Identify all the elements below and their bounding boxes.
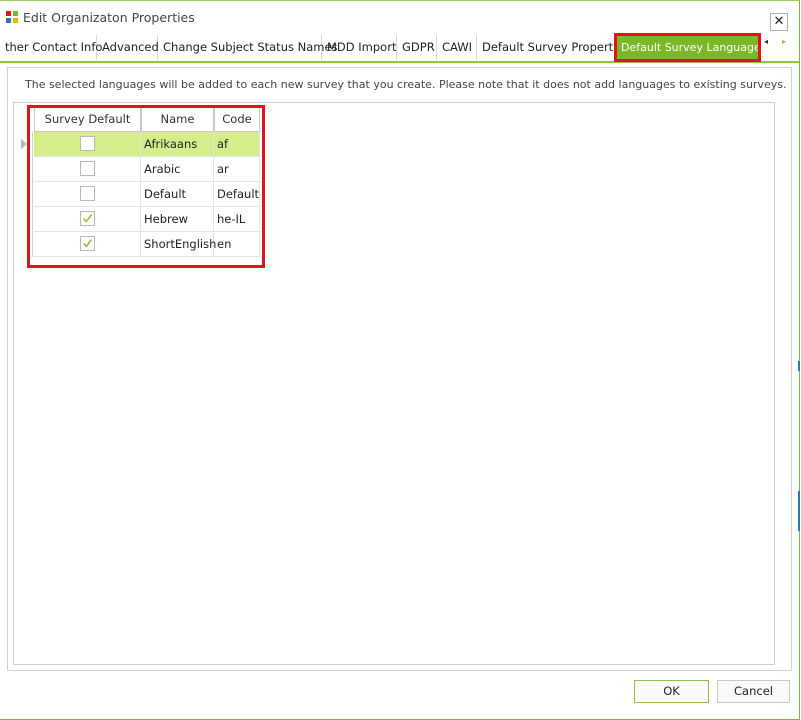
column-header-survey-default[interactable]: Survey Default <box>34 106 141 132</box>
code-cell: en <box>214 232 260 257</box>
close-icon: ✕ <box>773 14 785 29</box>
survey-default-checkbox[interactable] <box>80 186 95 201</box>
column-header-code[interactable]: Code <box>214 106 260 132</box>
survey-default-cell <box>34 207 141 232</box>
name-cell: Afrikaans <box>141 132 214 157</box>
window-edge-mark <box>798 361 800 371</box>
checkmark-icon <box>82 239 93 248</box>
code-cell: ar <box>214 157 260 182</box>
column-header-name[interactable]: Name <box>141 106 214 132</box>
survey-default-checkbox[interactable] <box>80 136 95 151</box>
cancel-button[interactable]: Cancel <box>717 680 790 703</box>
name-cell: Default <box>141 182 214 207</box>
tab-change-subject-status-names[interactable]: Change Subject Status Names <box>158 35 338 60</box>
current-row-arrow-icon <box>21 139 27 149</box>
tab-other-contact-info[interactable]: ther Contact Info <box>0 35 102 60</box>
ok-button[interactable]: OK <box>634 680 709 703</box>
name-cell: Hebrew <box>141 207 214 232</box>
code-cell: he-IL <box>214 207 260 232</box>
survey-default-checkbox[interactable] <box>80 161 95 176</box>
tab-scroll-left-icon[interactable]: ◂ <box>764 37 768 46</box>
window-title: Edit Organizaton Properties <box>23 10 195 25</box>
edit-organization-dialog: Edit Organizaton Properties ✕ ther Conta… <box>0 0 800 720</box>
tab-default-survey-properties[interactable]: Default Survey Properties <box>477 35 629 60</box>
survey-default-checkbox[interactable] <box>80 236 95 251</box>
languages-grid: Survey Default Name Code Afrikaans af Ar… <box>13 102 775 665</box>
name-cell: ShortEnglish <box>141 232 216 257</box>
tab-cawi[interactable]: CAWI <box>437 35 477 60</box>
info-text: The selected languages will be added to … <box>25 78 787 91</box>
content-panel: The selected languages will be added to … <box>7 67 792 671</box>
tab-strip: ther Contact Info Advanced Change Subjec… <box>0 33 799 63</box>
tab-scroll-right-icon[interactable]: ▸ <box>782 37 786 46</box>
tab-advanced[interactable]: Advanced <box>97 35 159 60</box>
survey-default-cell <box>34 182 141 207</box>
survey-default-cell <box>34 232 141 257</box>
app-icon <box>5 10 19 24</box>
close-button[interactable]: ✕ <box>770 13 788 31</box>
name-cell: Arabic <box>141 157 214 182</box>
tab-mdd-import[interactable]: MDD Import <box>322 35 397 60</box>
tab-gdpr[interactable]: GDPR <box>397 35 437 60</box>
tab-default-survey-languages[interactable]: Default Survey Languages <box>614 33 766 62</box>
title-bar: Edit Organizaton Properties ✕ <box>0 1 799 35</box>
code-cell: af <box>214 132 260 157</box>
survey-default-cell <box>34 132 141 157</box>
survey-default-checkbox[interactable] <box>80 211 95 226</box>
window-edge-mark <box>798 491 800 531</box>
checkmark-icon <box>82 214 93 223</box>
row-indicator-column <box>14 132 33 257</box>
survey-default-cell <box>34 157 141 182</box>
code-cell: Default <box>214 182 260 207</box>
